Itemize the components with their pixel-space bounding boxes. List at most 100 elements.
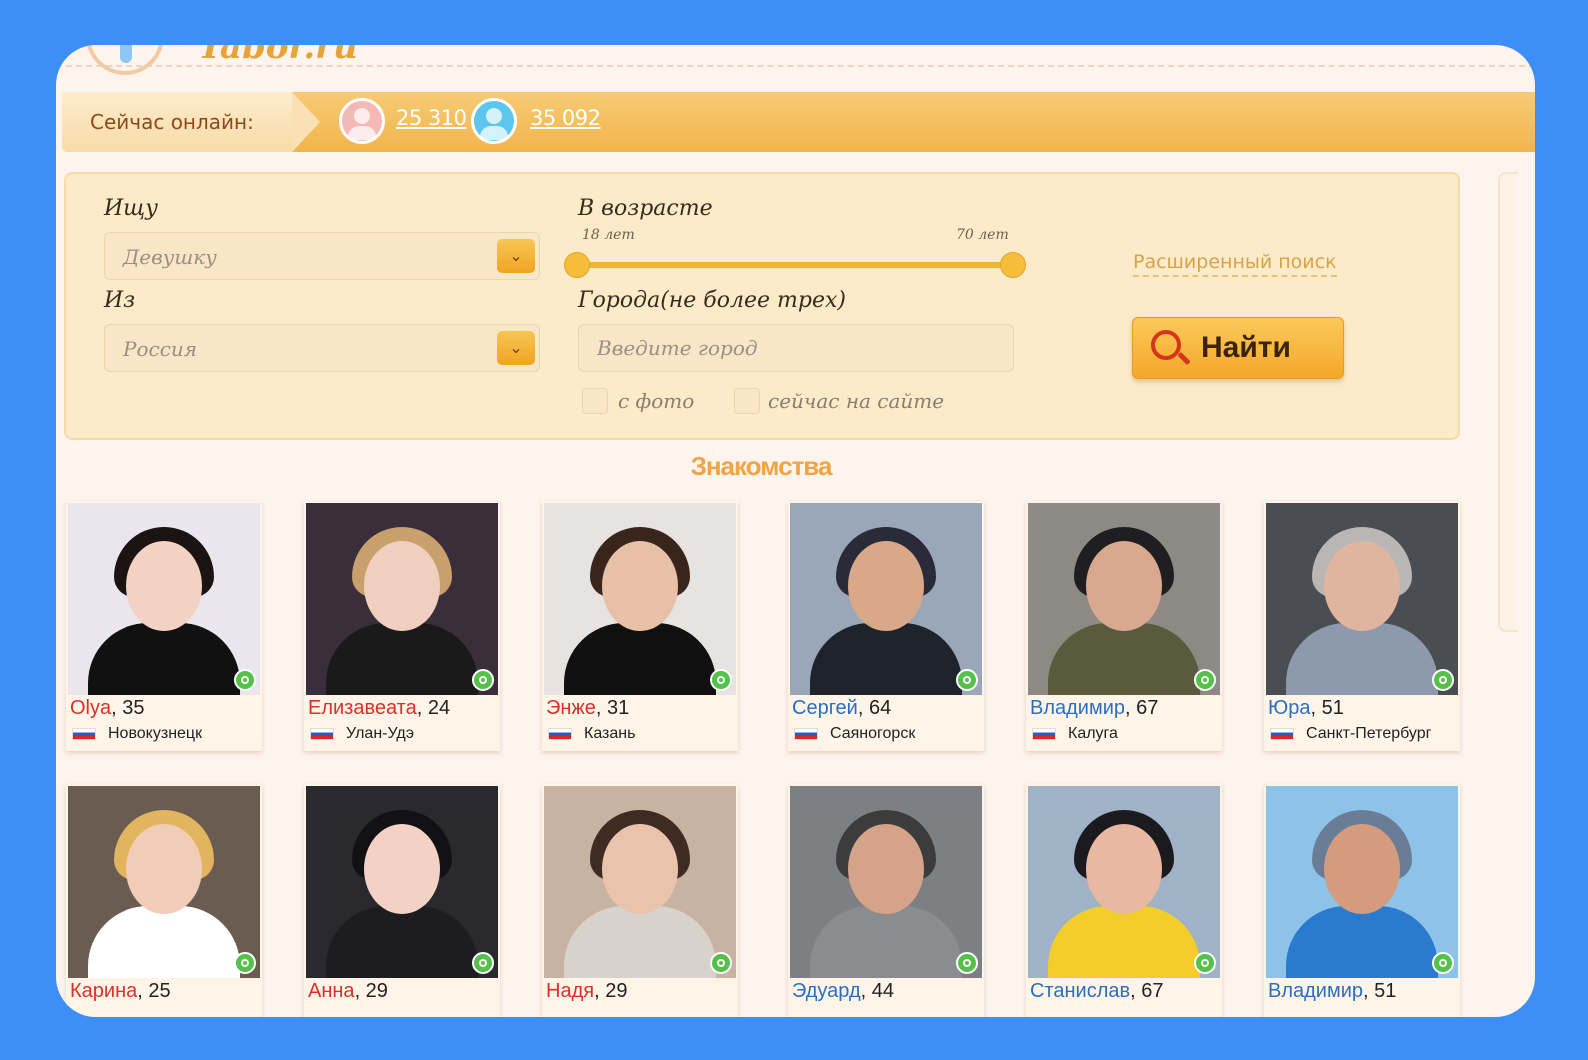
- profile-name-line: Карина, 25: [70, 980, 171, 1003]
- profile-age: , 64: [857, 697, 892, 719]
- profile-name-link[interactable]: Olya: [70, 697, 111, 719]
- online-label-box: Сейчас онлайн:: [62, 92, 320, 152]
- profile-city-line: Новокузнецк: [72, 725, 202, 743]
- profile-card[interactable]: Владимир, 51: [1264, 784, 1460, 1017]
- profile-city: Новокузнецк: [108, 725, 203, 742]
- profile-name-line: Эдуард, 44: [792, 980, 894, 1003]
- online-now-checkbox[interactable]: [734, 388, 760, 414]
- russia-flag-icon: [548, 727, 572, 740]
- country-select[interactable]: Россия ⌄: [104, 324, 540, 372]
- age-min-handle[interactable]: [564, 252, 590, 278]
- profile-age: , 51: [1363, 980, 1397, 1002]
- profile-name-link[interactable]: Карина: [70, 980, 137, 1002]
- online-status-icon: [472, 952, 494, 974]
- profile-name-line: Владимир, 51: [1268, 980, 1396, 1003]
- search-icon: [1151, 330, 1181, 360]
- online-status-icon: [956, 952, 978, 974]
- profile-photo[interactable]: [1028, 503, 1220, 695]
- profile-card[interactable]: Надя, 29: [542, 784, 738, 1017]
- profile-name-line: Анна, 29: [308, 980, 388, 1003]
- online-now-label[interactable]: сейчас на сайте: [768, 389, 944, 413]
- age-range-track[interactable]: [578, 262, 1014, 268]
- profile-card[interactable]: Анна, 29: [304, 784, 500, 1017]
- profile-photo[interactable]: [68, 503, 260, 695]
- profile-name-line: Olya, 35: [70, 697, 144, 720]
- online-status-icon: [1194, 952, 1216, 974]
- search-panel: Ищу Девушку ⌄ Из Россия ⌄ В возрасте 18 …: [64, 172, 1460, 440]
- profile-photo[interactable]: [790, 503, 982, 695]
- online-status-icon: [710, 669, 732, 691]
- russia-flag-icon: [310, 727, 334, 740]
- profile-photo[interactable]: [68, 786, 260, 978]
- age-max-label: 70 лет: [956, 227, 1009, 243]
- profile-city-line: Улан-Удэ: [310, 725, 414, 743]
- profile-age: , 29: [594, 980, 628, 1002]
- profile-name-link[interactable]: Энже: [546, 697, 596, 719]
- profile-name-link[interactable]: Владимир: [1268, 980, 1363, 1002]
- profile-city-line: Калуга: [1032, 725, 1118, 743]
- profile-card[interactable]: Карина, 25: [66, 784, 262, 1017]
- age-max-handle[interactable]: [1000, 252, 1026, 278]
- with-photo-checkbox[interactable]: [582, 388, 608, 414]
- male-user-icon[interactable]: [471, 98, 517, 144]
- city-input[interactable]: [578, 324, 1014, 372]
- profile-name-link[interactable]: Станислав: [1030, 980, 1130, 1002]
- advanced-search-link[interactable]: Расширенный поиск: [1133, 251, 1337, 277]
- profile-card[interactable]: Юра, 51 Санкт-Петербург: [1264, 501, 1460, 751]
- profile-photo[interactable]: [790, 786, 982, 978]
- profile-city-line: Санкт-Петербург: [1270, 725, 1431, 743]
- profile-name-line: Энже, 31: [546, 697, 629, 720]
- profile-name-link[interactable]: Сергей: [792, 697, 858, 719]
- profile-city: Саяногорск: [830, 725, 916, 742]
- profile-card[interactable]: Станислав, 67: [1026, 784, 1222, 1017]
- profile-card[interactable]: Сергей, 64 Саяногорск: [788, 501, 984, 751]
- profile-name-line: Елизавеата, 24: [308, 697, 450, 720]
- profile-card[interactable]: Olya, 35 Новокузнецк: [66, 501, 262, 751]
- online-status-icon: [234, 669, 256, 691]
- logo-icon[interactable]: [86, 45, 164, 75]
- profile-name-line: Станислав, 67: [1030, 980, 1164, 1003]
- profile-city: Санкт-Петербург: [1306, 725, 1432, 742]
- profile-card[interactable]: Эдуард, 44: [788, 784, 984, 1017]
- profile-name-line: Надя, 29: [546, 980, 627, 1003]
- chevron-down-icon[interactable]: ⌄: [497, 331, 535, 365]
- profile-age: , 29: [354, 980, 388, 1002]
- female-user-icon[interactable]: [339, 98, 385, 144]
- profile-age: , 67: [1130, 980, 1164, 1002]
- profile-photo[interactable]: [1266, 786, 1458, 978]
- country-select-value: Россия: [123, 337, 198, 361]
- site-header: Tabor.ru: [56, 45, 1535, 75]
- profile-photo[interactable]: [1028, 786, 1220, 978]
- profile-name-link[interactable]: Эдуард: [792, 980, 861, 1002]
- profile-name-link[interactable]: Надя: [546, 980, 594, 1002]
- chevron-down-icon[interactable]: ⌄: [497, 239, 535, 273]
- profile-card[interactable]: Владимир, 67 Калуга: [1026, 501, 1222, 751]
- profile-photo[interactable]: [1266, 503, 1458, 695]
- profile-name-link[interactable]: Юра: [1268, 697, 1310, 719]
- profile-photo[interactable]: [544, 503, 736, 695]
- online-status-icon: [956, 669, 978, 691]
- profile-name-link[interactable]: Владимир: [1030, 697, 1125, 719]
- russia-flag-icon: [794, 727, 818, 740]
- seek-label: Ищу: [104, 196, 158, 221]
- profile-name-link[interactable]: Елизавеата: [308, 697, 417, 719]
- find-button[interactable]: Найти: [1132, 317, 1344, 379]
- profile-age: , 67: [1125, 697, 1159, 719]
- online-bar: Сейчас онлайн: 25 310 35 092: [62, 92, 1535, 152]
- online-female-count-link[interactable]: 25 310: [396, 106, 467, 130]
- profile-age: , 51: [1310, 697, 1344, 719]
- profile-photo[interactable]: [544, 786, 736, 978]
- profile-card[interactable]: Елизавеата, 24 Улан-Удэ: [304, 501, 500, 751]
- with-photo-label[interactable]: с фото: [618, 389, 694, 413]
- age-min-label: 18 лет: [582, 227, 635, 243]
- profile-name-line: Владимир, 67: [1030, 697, 1158, 720]
- online-male-count-link[interactable]: 35 092: [530, 106, 601, 130]
- seek-select[interactable]: Девушку ⌄: [104, 232, 540, 280]
- profile-photo[interactable]: [306, 503, 498, 695]
- profile-photo[interactable]: [306, 786, 498, 978]
- profile-age: , 44: [860, 980, 894, 1002]
- online-status-icon: [710, 952, 732, 974]
- profile-card[interactable]: Энже, 31 Казань: [542, 501, 738, 751]
- profile-name-link[interactable]: Анна: [308, 980, 355, 1002]
- site-logo[interactable]: Tabor.ru: [198, 45, 358, 67]
